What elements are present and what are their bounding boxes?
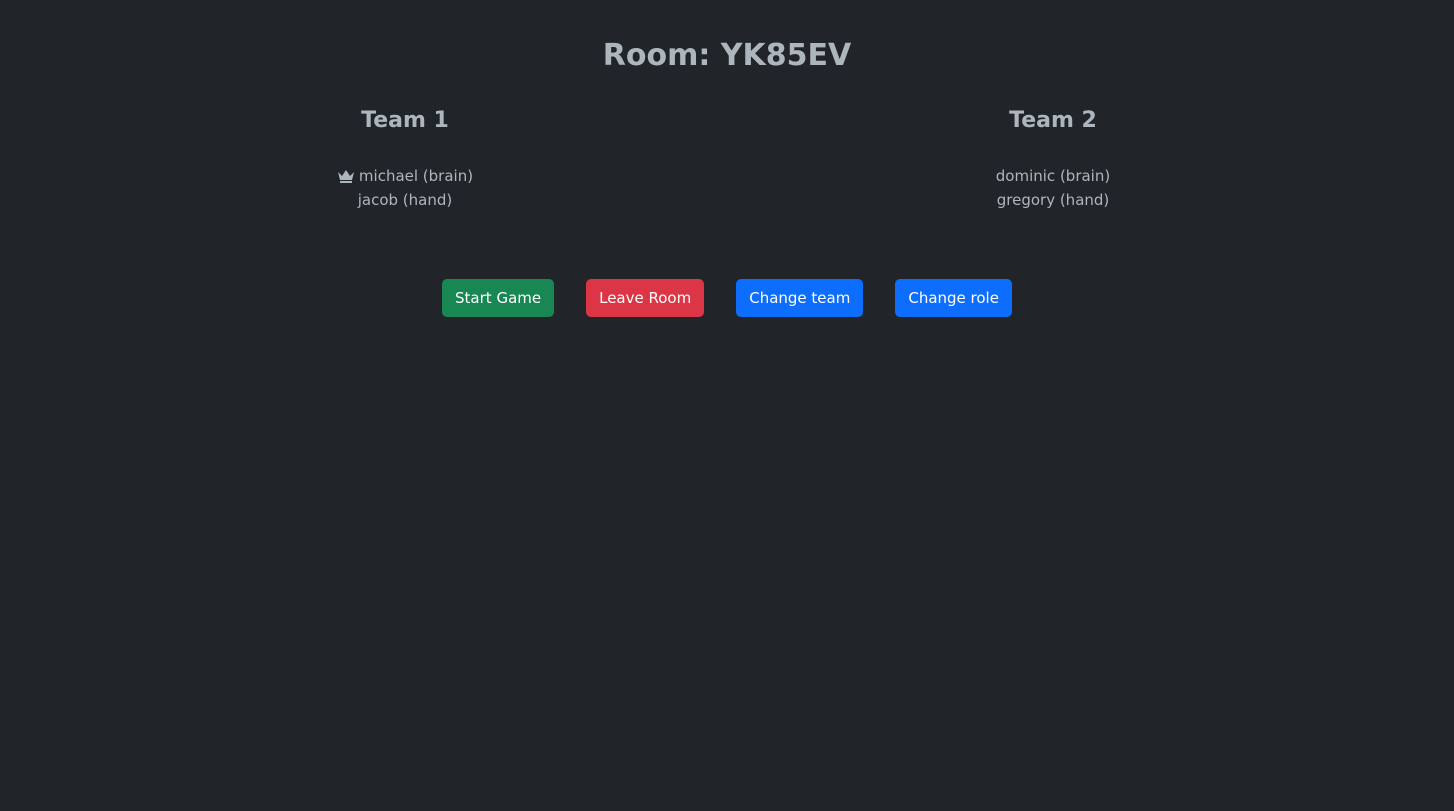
player-label: gregory (hand) [996, 191, 1110, 209]
team-2-title: Team 2 [1009, 108, 1097, 133]
change-role-button[interactable]: Change role [895, 279, 1012, 317]
player-label: dominic (brain) [995, 167, 1111, 185]
team-1-title: Team 1 [361, 108, 449, 133]
team-2-player-list: dominic (brain) gregory (hand) [903, 164, 1203, 212]
player-item: jacob (hand) [255, 188, 555, 212]
action-bar: Start Game Leave Room Change team Change… [0, 279, 1454, 317]
leave-room-button[interactable]: Leave Room [586, 279, 705, 317]
crown-icon [337, 169, 355, 183]
team-1-panel: Team 1 michael (brain) jacob (hand) [255, 106, 555, 212]
player-item: gregory (hand) [903, 188, 1203, 212]
start-game-button[interactable]: Start Game [442, 279, 555, 317]
team-2-panel: Team 2 dominic (brain) gregory (hand) [903, 106, 1203, 212]
player-item: dominic (brain) [903, 164, 1203, 188]
room-title: Room: YK85EV [602, 38, 852, 73]
player-label: jacob (hand) [357, 191, 453, 209]
change-team-button[interactable]: Change team [736, 279, 864, 317]
player-item: michael (brain) [255, 164, 555, 188]
lobby-page: Room: YK85EV Team 1 michael (brain) jaco… [0, 0, 1454, 811]
team-1-player-list: michael (brain) jacob (hand) [255, 164, 555, 212]
player-label: michael (brain) [358, 167, 474, 185]
